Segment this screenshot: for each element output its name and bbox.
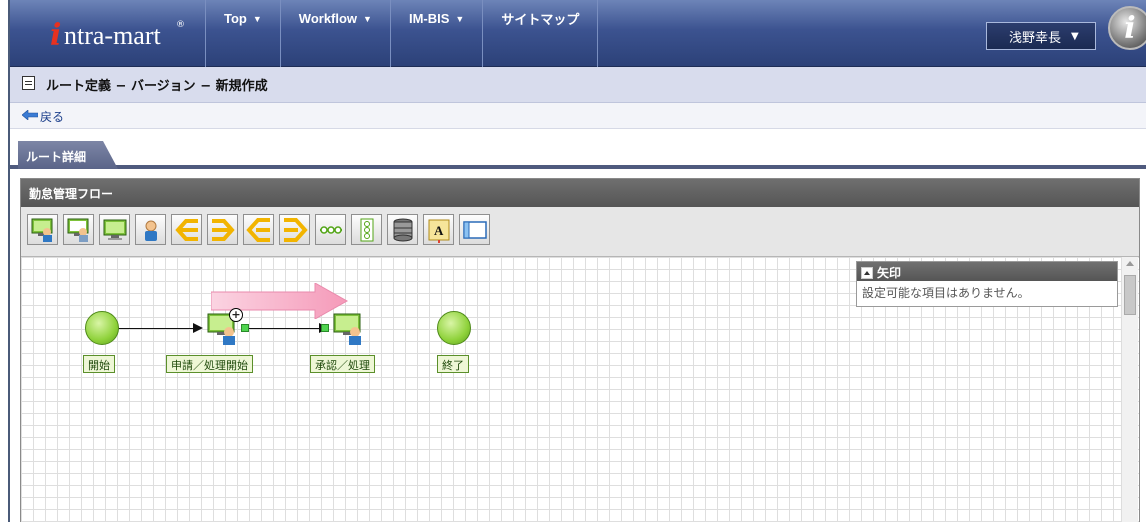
flow-node-approve-label[interactable]: 承認／処理 <box>310 355 375 373</box>
logo-text: ntra-mart <box>64 21 161 50</box>
app-header: i ntra-mart ® Top ▼ Workflow ▼ IM-BIS ▼ … <box>10 0 1146 67</box>
window-icon[interactable] <box>459 214 490 245</box>
flow-edge-start-apply[interactable] <box>117 328 195 329</box>
back-bar: 戻る <box>10 103 1146 129</box>
scroll-up-icon[interactable] <box>1126 261 1134 266</box>
user-menu-button[interactable]: 浅野幸長 ▼ <box>986 22 1096 50</box>
property-panel: 矢印 設定可能な項目はありません。 <box>856 261 1118 307</box>
property-panel-title: 矢印 <box>877 266 902 280</box>
scroll-thumb[interactable] <box>1124 275 1136 315</box>
text-annotation-icon[interactable]: A <box>423 214 454 245</box>
chevron-down-icon: ▼ <box>252 13 262 24</box>
svg-text:A: A <box>434 223 444 238</box>
logo-mark: i <box>50 18 62 53</box>
nav-im-bis[interactable]: IM-BIS ▼ <box>389 0 482 67</box>
flow-edge-apply-approve[interactable] <box>243 328 325 329</box>
page-title-bar: ルート定義 − バージョン − 新規作成 <box>10 67 1146 103</box>
flow-node-approve[interactable] <box>333 313 367 345</box>
flow-node-start-label[interactable]: 開始 <box>83 355 115 373</box>
user-screen-icon <box>333 313 361 345</box>
nav-top[interactable]: Top ▼ <box>205 0 280 67</box>
user-screen-icon[interactable] <box>27 214 58 245</box>
logo-registered-mark: ® <box>176 20 185 30</box>
chevron-down-icon: ▼ <box>363 13 372 24</box>
intra-mart-logo[interactable]: i ntra-mart ® <box>50 18 190 53</box>
merge-right-icon[interactable] <box>279 214 310 245</box>
user-screen-alt-icon[interactable] <box>63 214 94 245</box>
property-panel-header[interactable]: 矢印 <box>857 262 1117 281</box>
connection-handle[interactable] <box>321 324 329 332</box>
panel-title: 勤怠管理フロー <box>21 179 1139 207</box>
branch-right-icon[interactable] <box>207 214 238 245</box>
flow-node-start[interactable] <box>85 311 119 345</box>
property-panel-message: 設定可能な項目はありません。 <box>862 286 1030 300</box>
chevron-down-icon: ▼ <box>1071 30 1079 42</box>
add-step-icon[interactable]: + <box>229 308 243 322</box>
flow-node-end-label[interactable]: 終了 <box>437 355 469 373</box>
global-nav: Top ▼ Workflow ▼ IM-BIS ▼ サイトマップ <box>205 0 599 67</box>
route-editor-panel: 勤怠管理フロー A 開始 + 申請／処理開始 承認／処理 終了 矢印 設定可能な… <box>20 178 1140 522</box>
screen-icon[interactable] <box>99 214 130 245</box>
collapse-icon[interactable] <box>861 266 873 279</box>
tab-route-detail[interactable]: ルート詳細 <box>18 141 118 169</box>
back-link[interactable]: 戻る <box>40 108 64 125</box>
nav-im-bis-label: IM-BIS <box>408 11 450 26</box>
database-icon[interactable] <box>387 214 418 245</box>
nav-top-label: Top <box>224 11 247 26</box>
arrowhead-icon <box>193 323 203 333</box>
intra-mart-emblem-icon[interactable]: i <box>1108 6 1146 50</box>
tab-bar: ルート詳細 <box>10 129 1146 169</box>
vertical-chain-icon[interactable] <box>351 214 382 245</box>
user-name: 浅野幸長 <box>1009 30 1062 46</box>
flow-node-apply-label[interactable]: 申請／処理開始 <box>166 355 253 373</box>
branch-left-icon[interactable] <box>171 214 202 245</box>
merge-left-icon[interactable] <box>243 214 274 245</box>
flow-canvas[interactable]: 開始 + 申請／処理開始 承認／処理 終了 矢印 設定可能な項目はありません。 <box>21 257 1139 522</box>
document-icon <box>22 76 35 90</box>
connection-handle[interactable] <box>241 324 249 332</box>
flow-node-end[interactable] <box>437 311 471 345</box>
nav-workflow[interactable]: Workflow ▼ <box>279 0 390 67</box>
emblem-letter: i <box>1124 10 1136 46</box>
nav-sitemap-label: サイトマップ <box>501 12 580 27</box>
person-icon[interactable] <box>135 214 166 245</box>
canvas-scrollbar[interactable] <box>1121 257 1138 522</box>
nav-workflow-label: Workflow <box>298 11 358 26</box>
back-arrow-icon <box>22 110 38 120</box>
nav-sitemap[interactable]: サイトマップ <box>482 0 599 67</box>
page-title: ルート定義 − バージョン − 新規作成 <box>46 79 268 94</box>
palette-toolbar: A <box>21 207 1139 257</box>
chain-icon[interactable] <box>315 214 346 245</box>
chevron-down-icon: ▼ <box>455 13 465 24</box>
